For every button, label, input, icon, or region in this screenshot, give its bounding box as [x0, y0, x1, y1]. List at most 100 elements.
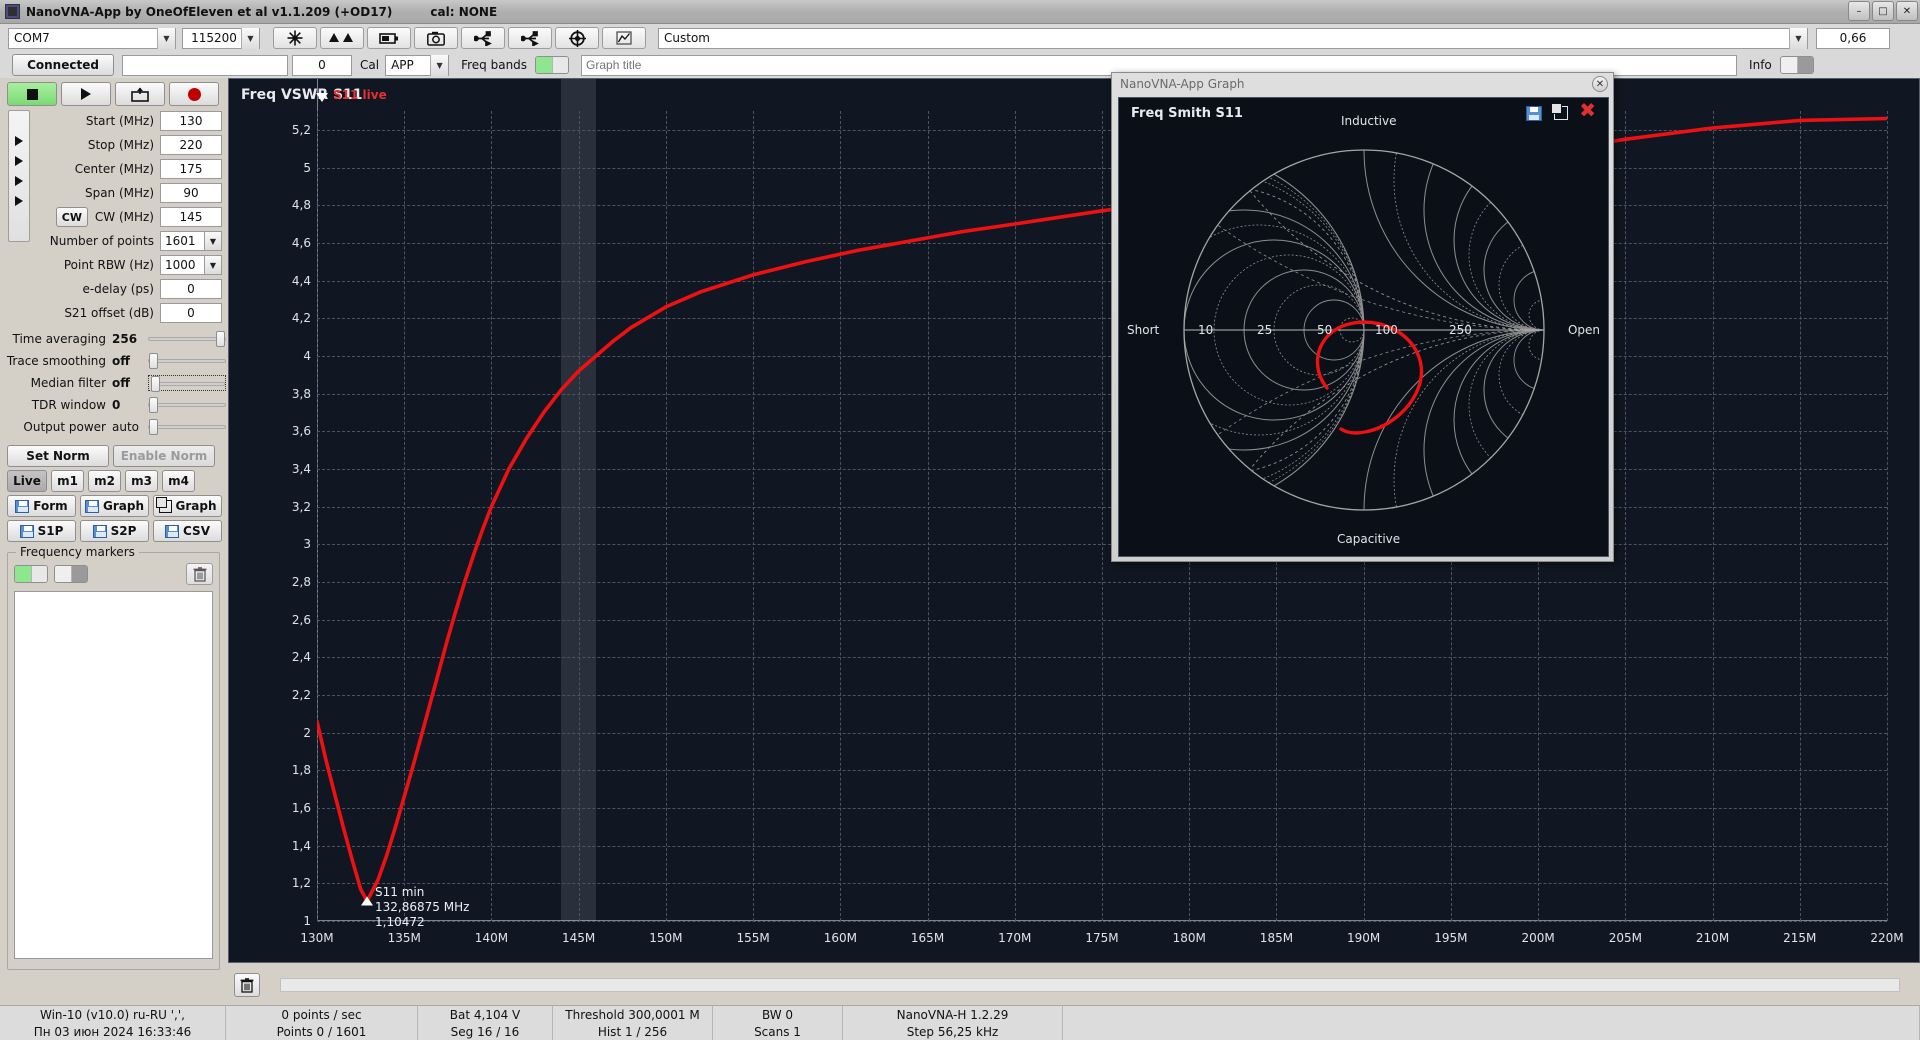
smith-chart-body[interactable]: Freq Smith S11 ✖ Inductive Capacitive Sh…: [1118, 97, 1609, 557]
y-axis-tick-label: 5,2: [291, 122, 311, 137]
preset-value-input[interactable]: 0,66: [1816, 27, 1890, 49]
smith-chart-window[interactable]: NanoVNA-App Graph ✕ Freq Smith S11 ✖ Ind…: [1111, 72, 1614, 562]
output-power-slider[interactable]: [148, 418, 226, 435]
usb2-icon[interactable]: [508, 27, 552, 49]
graph-horizontal-scrollbar[interactable]: [280, 978, 1900, 992]
enable-norm-button[interactable]: Enable Norm: [113, 445, 215, 467]
slider-knob[interactable]: [149, 396, 158, 413]
expand-arrow-3-icon[interactable]: [15, 176, 23, 186]
memory-m4-button[interactable]: m4: [162, 470, 195, 492]
expand-arrow-4-icon[interactable]: [15, 196, 23, 206]
marker-toggle-2[interactable]: [54, 565, 88, 583]
norm-button-row: Set Norm Enable Norm: [0, 442, 228, 467]
memory-m3-button[interactable]: m3: [125, 470, 158, 492]
number-of-points-select[interactable]: 1601: [160, 231, 205, 251]
save-form-button[interactable]: Form: [7, 495, 76, 517]
field-stop-value: 220: [179, 138, 203, 152]
trace-smoothing-slider[interactable]: [148, 352, 226, 369]
count-field[interactable]: 0: [292, 54, 352, 76]
median-filter-slider[interactable]: [148, 374, 226, 392]
record-button[interactable]: [169, 82, 219, 106]
chevron-down-icon[interactable]: ▼: [205, 255, 222, 275]
set-norm-button[interactable]: Set Norm: [7, 445, 109, 467]
field-span-value: 90: [183, 186, 199, 200]
memory-m1-label: m1: [57, 474, 78, 488]
usb-icon[interactable]: [461, 27, 505, 49]
save-s1p-button[interactable]: S1P: [7, 520, 76, 542]
time-averaging-slider[interactable]: [148, 330, 226, 347]
memory-m1-button[interactable]: m1: [51, 470, 84, 492]
expand-arrow-1-icon[interactable]: [15, 136, 23, 146]
single-run-button[interactable]: [61, 82, 111, 106]
baud-rate-select[interactable]: 115200 ▼: [182, 27, 260, 49]
freq-bands-toggle[interactable]: [535, 56, 570, 74]
slider-knob[interactable]: [151, 375, 160, 392]
field-span-input[interactable]: 90: [160, 183, 222, 203]
maximize-button[interactable]: □: [1872, 1, 1894, 21]
window-title: NanoVNA-App by OneOfEleven et al v1.1.20…: [26, 4, 393, 19]
slider-output-power: Output power auto: [0, 416, 228, 437]
cal-label: Cal: [360, 58, 380, 72]
copy-graph-button[interactable]: Graph: [153, 495, 222, 517]
chevron-down-icon[interactable]: ▼: [157, 27, 175, 49]
delete-markers-button[interactable]: [186, 563, 213, 585]
s11-min-marker[interactable]: [361, 896, 374, 906]
preset-select[interactable]: Custom ▼: [658, 27, 1808, 49]
plot-area[interactable]: 5,2 5 4,8 4,6 4,4 4,2 4 3,8 3,6 3,4 3,2 3 2,8 2,6 2,4 2…: [292, 79, 1904, 945]
memory-m2-label: m2: [94, 474, 115, 488]
update-icon[interactable]: [320, 27, 364, 49]
expand-arrow-2-icon[interactable]: [15, 156, 23, 166]
battery-icon[interactable]: [367, 27, 411, 49]
slider-track: [148, 424, 226, 429]
minimize-button[interactable]: –: [1848, 1, 1870, 21]
chart-icon[interactable]: [602, 27, 646, 49]
expander-panel[interactable]: [8, 110, 30, 242]
marker-toggle-1[interactable]: [14, 565, 48, 583]
command-input[interactable]: [122, 54, 288, 76]
memory-m2-button[interactable]: m2: [88, 470, 121, 492]
field-stop-input[interactable]: 220: [160, 135, 222, 155]
slider-knob[interactable]: [149, 418, 158, 435]
field-start-input[interactable]: 130: [160, 111, 222, 131]
clear-graph-button[interactable]: [234, 973, 260, 997]
smith-window-titlebar[interactable]: NanoVNA-App Graph ✕: [1112, 73, 1613, 95]
field-cw-value: 145: [179, 210, 203, 224]
chevron-down-icon[interactable]: ▼: [241, 27, 259, 49]
load-button[interactable]: [115, 82, 165, 106]
save-csv-button[interactable]: CSV: [153, 520, 222, 542]
floppy-icon: [85, 499, 99, 513]
frequency-markers-list[interactable]: [14, 591, 213, 959]
status-cell: NanoVNA-H 1.2.29: [843, 1006, 1063, 1023]
stop-button[interactable]: [7, 82, 57, 106]
cursor-marker[interactable]: [316, 93, 329, 102]
chevron-down-icon[interactable]: ▼: [205, 231, 222, 251]
connect-button[interactable]: Connected: [12, 54, 114, 76]
slider-knob[interactable]: [216, 330, 225, 347]
settings-icon[interactable]: [273, 27, 317, 49]
smith-grid: [1184, 150, 1544, 510]
save-s2p-button[interactable]: S2P: [80, 520, 149, 542]
slider-knob[interactable]: [149, 352, 158, 369]
com-port-select[interactable]: COM7 ▼: [8, 27, 176, 49]
save-graph-button[interactable]: Graph: [80, 495, 149, 517]
smith-window-close-button[interactable]: ✕: [1592, 76, 1608, 92]
vswr-graph-panel[interactable]: Freq VSWR S11 S11 live 5,2 5 4,8 4,6 4,4 4,2 4…: [228, 78, 1920, 963]
tdr-window-slider[interactable]: [148, 396, 226, 413]
close-button[interactable]: ✕: [1896, 1, 1918, 21]
median-filter-label: Median filter: [30, 375, 106, 390]
chevron-down-icon[interactable]: ▼: [1789, 27, 1807, 49]
info-toggle[interactable]: [1779, 56, 1814, 74]
field-center-input[interactable]: 175: [160, 159, 222, 179]
edelay-input[interactable]: 0: [160, 279, 222, 299]
target-icon[interactable]: [555, 27, 599, 49]
memory-live-button[interactable]: Live: [7, 470, 47, 492]
cw-button[interactable]: CW: [55, 207, 88, 227]
camera-icon[interactable]: [414, 27, 458, 49]
field-cw-input[interactable]: 145: [160, 207, 222, 227]
cal-source-select[interactable]: APP ▼: [385, 54, 450, 76]
smith-chart-plot[interactable]: [1119, 98, 1610, 558]
field-center: Center (MHz) 175: [0, 158, 228, 180]
chevron-down-icon[interactable]: ▼: [430, 54, 449, 76]
s21-offset-input[interactable]: 0: [160, 303, 222, 323]
point-rbw-select[interactable]: 1000: [160, 255, 205, 275]
